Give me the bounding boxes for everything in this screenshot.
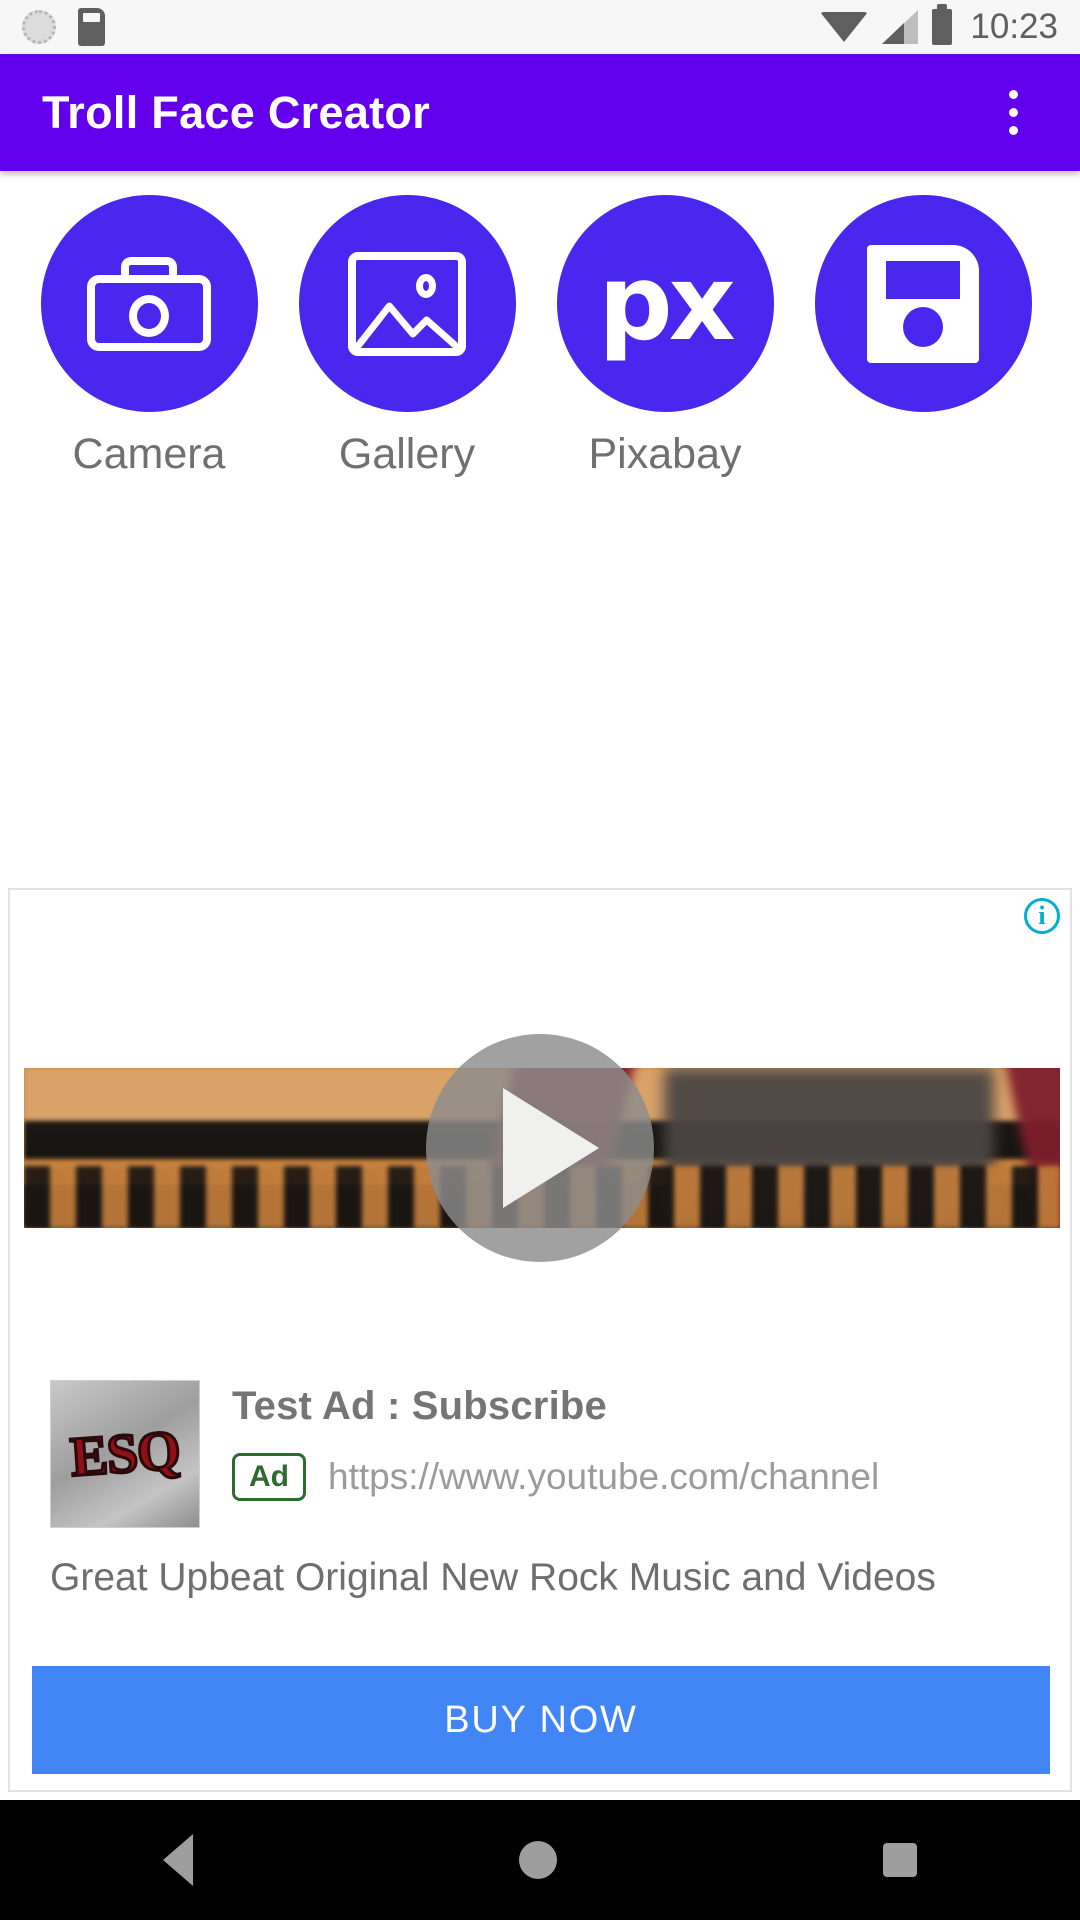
buy-now-button[interactable]: BUY NOW [32,1666,1050,1774]
action-label-pixabay: Pixabay [588,430,742,478]
play-button[interactable] [426,1034,654,1262]
action-save[interactable] [794,195,1052,479]
system-navigation-bar [0,1800,1080,1920]
save-button[interactable] [814,195,1032,412]
signal-icon [882,10,919,44]
action-label-gallery: Gallery [338,430,476,478]
save-floppy-icon [867,244,979,363]
main-content: Camera Gallery px Pixabay [0,171,1080,485]
status-bar-clock: 10:23 [970,7,1058,46]
ad-badge: Ad [232,1453,306,1501]
wifi-icon [820,12,869,42]
mountain-shape [356,302,458,348]
px-logo-icon: px [598,242,736,365]
app-bar: Troll Face Creator [0,54,1080,171]
pixabay-button[interactable]: px [556,195,774,412]
recents-square-icon[interactable] [883,1843,917,1877]
gallery-button[interactable] [298,195,516,412]
action-label-camera: Camera [72,430,226,478]
action-gallery[interactable]: Gallery [278,195,536,479]
ad-card: i ESQ Test Ad : Subscribe Ad https://www… [8,888,1072,1792]
play-icon [503,1088,599,1208]
ad-description: Great Upbeat Original New Rock Music and… [50,1556,936,1599]
action-grid: Camera Gallery px Pixabay [0,195,1080,485]
ad-text-column: Test Ad : Subscribe Ad https://www.youtu… [232,1380,879,1501]
ad-url[interactable]: https://www.youtube.com/channel [328,1456,879,1498]
ad-url-row: Ad https://www.youtube.com/channel [232,1453,879,1501]
home-circle-icon[interactable] [519,1841,557,1879]
camera-icon [87,256,211,351]
ad-details: ESQ Test Ad : Subscribe Ad https://www.y… [10,1380,1070,1600]
ad-thumbnail-image: ESQ [50,1380,200,1528]
page-title: Troll Face Creator [42,86,431,138]
back-triangle-icon[interactable] [163,1834,193,1886]
ad-header-row: ESQ Test Ad : Subscribe Ad https://www.y… [10,1380,1070,1528]
status-bar-left-icons [22,8,105,46]
battery-icon [932,4,953,45]
ad-thumbnail-logo-text: ESQ [67,1418,183,1490]
sdcard-icon [78,8,105,46]
status-bar-right-icons: 10:23 [820,4,1058,47]
status-bar: 10:23 [0,0,1080,54]
clock-icon [22,10,56,44]
overflow-menu-icon[interactable] [988,78,1038,148]
action-pixabay[interactable]: px Pixabay [536,195,794,479]
ad-headline: Test Ad : Subscribe [232,1384,607,1428]
camera-button[interactable] [40,195,258,412]
action-camera[interactable]: Camera [20,195,278,479]
ad-info-icon[interactable]: i [1024,898,1060,934]
image-icon [348,251,466,356]
